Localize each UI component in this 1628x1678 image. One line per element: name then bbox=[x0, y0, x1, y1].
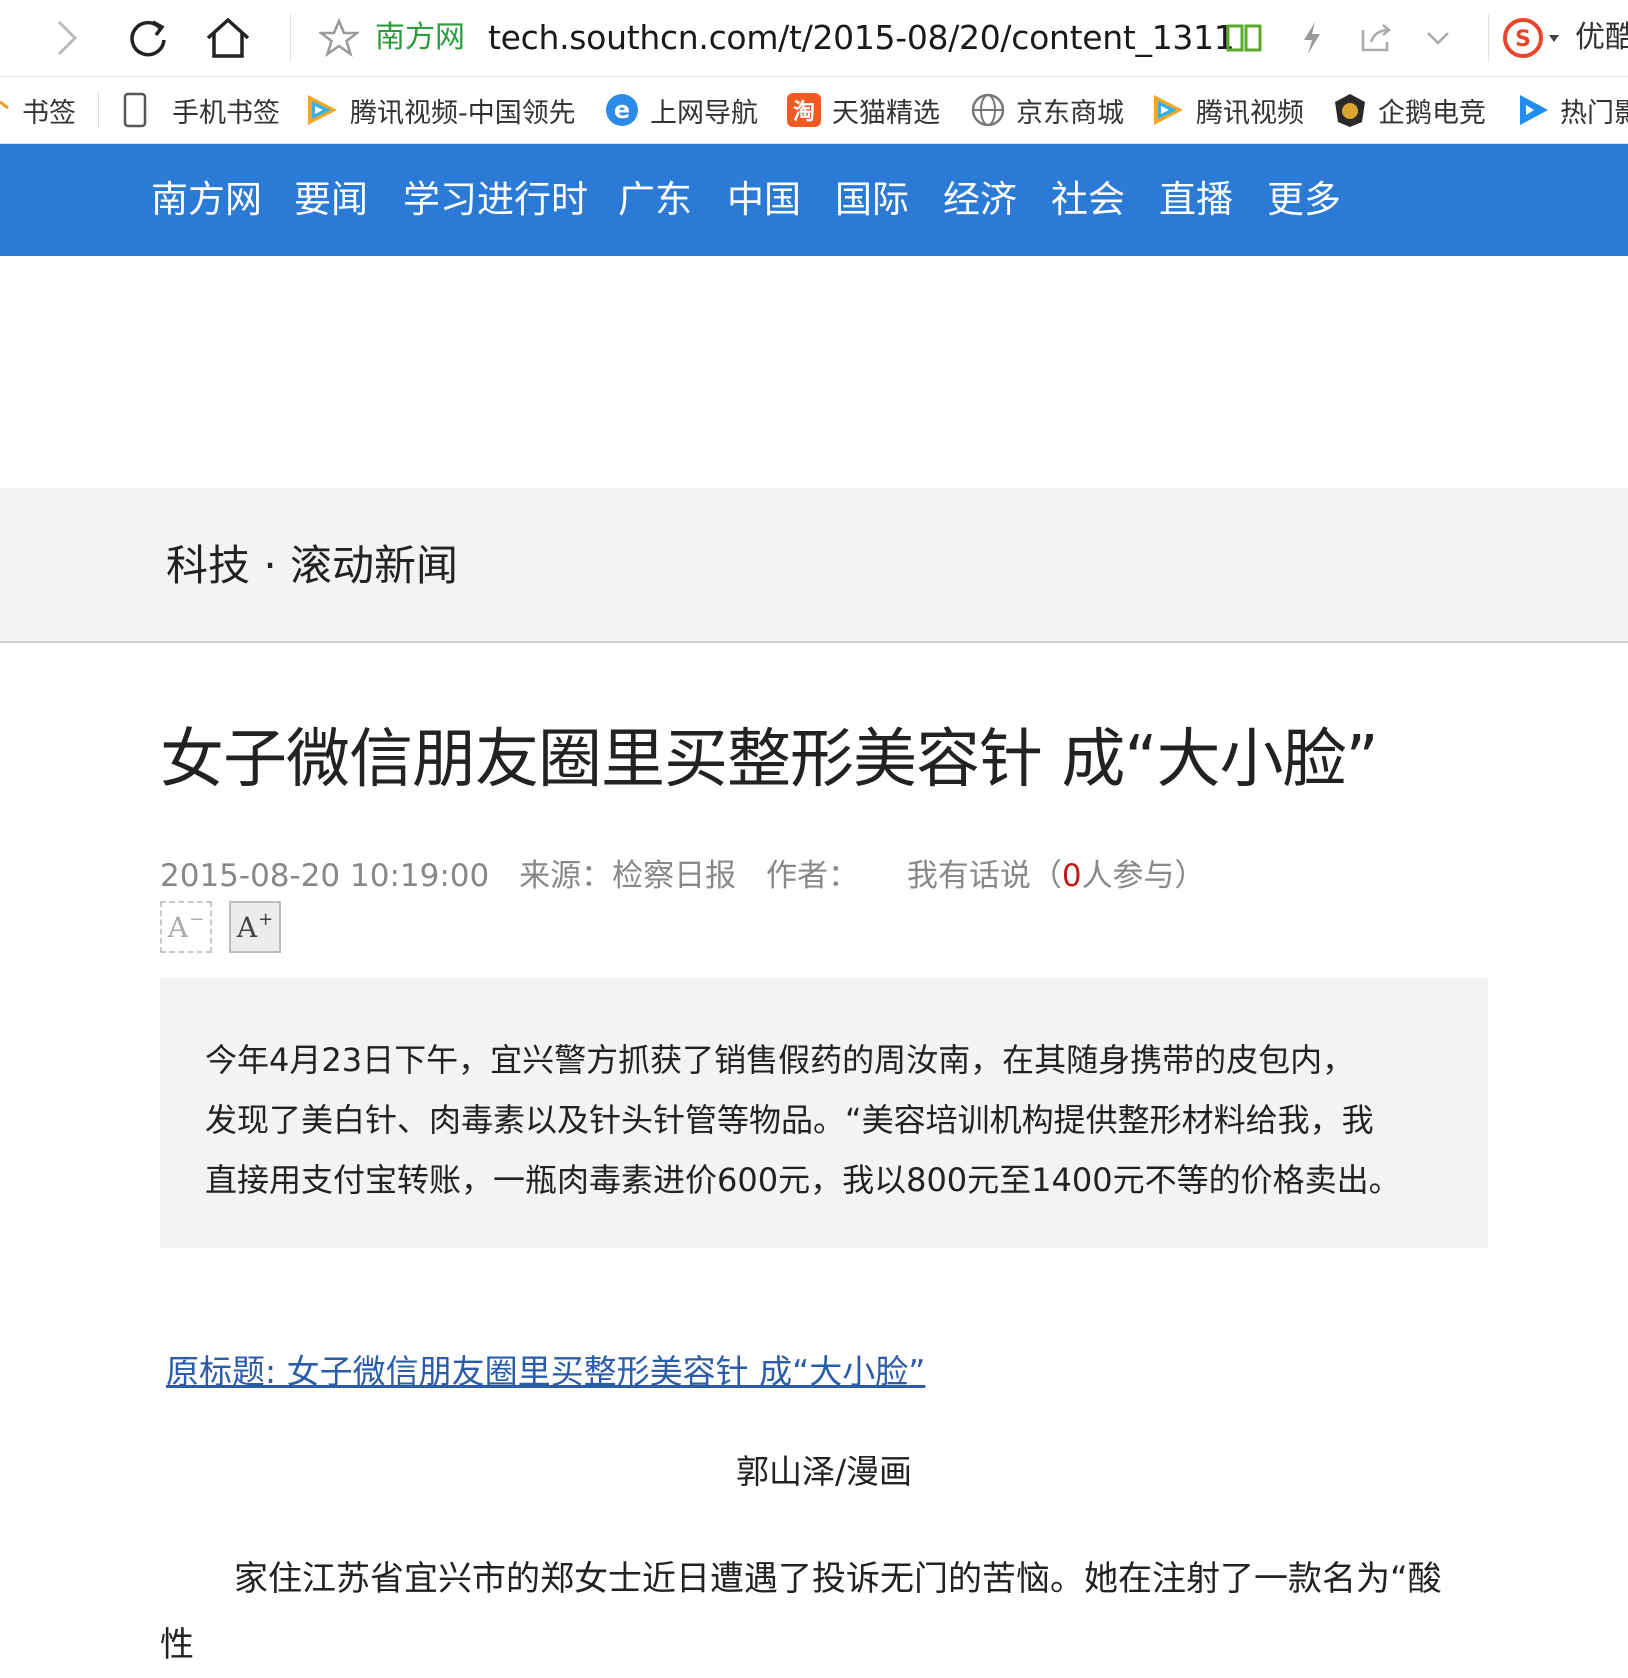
summary-line: 今年4月23日下午，宜兴警方抓获了销售假药的周汝南，在其随身携带的皮包内， bbox=[205, 1041, 1355, 1079]
tencent-video-icon bbox=[304, 92, 340, 128]
user-name-label: 优酷 bbox=[1575, 20, 1628, 55]
taobao-icon: 淘 bbox=[786, 92, 822, 128]
bookmark-label: 天猫精选 bbox=[832, 97, 940, 129]
video-icon bbox=[1516, 92, 1550, 128]
article-title: 女子微信朋友圈里买整形美容针 成“大小脸” bbox=[160, 723, 1379, 797]
article-source[interactable]: 来源：检察日报 bbox=[519, 858, 736, 894]
summary-line: 直接用支付宝转账，一瓶肉毒素进价600元，我以800元至1400元不等的价格卖出… bbox=[205, 1161, 1401, 1199]
comment-link[interactable]: 我有话说（0人参与） bbox=[907, 858, 1206, 894]
bookmark-item[interactable]: e 上网导航 bbox=[604, 77, 758, 143]
sogou-button[interactable]: S bbox=[1500, 0, 1566, 76]
site-name-label: 南方网 bbox=[375, 20, 465, 55]
book-icon bbox=[1226, 24, 1262, 52]
nav-item-home[interactable]: 南方网 bbox=[151, 144, 262, 256]
share-icon bbox=[1361, 24, 1391, 52]
lightning-icon bbox=[1304, 22, 1320, 54]
svg-text:S: S bbox=[1515, 27, 1531, 52]
tencent-video-icon bbox=[1150, 92, 1186, 128]
nav-item-live[interactable]: 直播 bbox=[1159, 144, 1233, 256]
font-decrease-label: A bbox=[167, 910, 189, 944]
favorite-button[interactable] bbox=[316, 0, 362, 76]
bookmarks-bar: 书签 手机书签 腾讯视频-中国领先 e 上网导航 淘 天猫精选 京东商城 腾讯视… bbox=[0, 77, 1628, 144]
bookmark-separator bbox=[98, 91, 99, 129]
nav-item-china[interactable]: 中国 bbox=[727, 144, 801, 256]
minus-icon: − bbox=[189, 908, 205, 930]
nav-item-society[interactable]: 社会 bbox=[1051, 144, 1125, 256]
article-summary: 今年4月23日下午，宜兴警方抓获了销售假药的周汝南，在其随身携带的皮包内， 发现… bbox=[160, 978, 1488, 1248]
font-increase-button[interactable]: A + bbox=[229, 901, 281, 953]
bookmark-item[interactable]: 腾讯视频 bbox=[1150, 77, 1304, 143]
comment-prefix: 我有话说（ bbox=[906, 858, 1062, 894]
phone-icon bbox=[122, 92, 148, 128]
star-icon bbox=[319, 18, 359, 58]
browser-toolbar: 南方网 tech.southcn.com/t/2015-08/20/conten… bbox=[0, 0, 1628, 77]
chevron-right-icon bbox=[57, 20, 78, 56]
article-body-paragraph: 家住江苏省宜兴市的郑女士近日遭遇了投诉无门的苦恼。她在注射了一款名为“酸性 bbox=[160, 1559, 1442, 1665]
plus-icon: + bbox=[258, 908, 274, 930]
section-bar: 科技 · 滚动新闻 bbox=[0, 488, 1628, 643]
dropdown-button[interactable] bbox=[1418, 0, 1458, 76]
bookmark-item[interactable]: 淘 天猫精选 bbox=[786, 77, 940, 143]
nav-item-guangdong[interactable]: 广东 bbox=[618, 144, 692, 256]
sogou-icon: S bbox=[1503, 18, 1559, 58]
forward-button[interactable] bbox=[40, 0, 92, 76]
nav-item-headlines[interactable]: 要闻 bbox=[294, 144, 368, 256]
image-caption: 郭山泽/漫画 bbox=[735, 1452, 913, 1491]
bookmark-icon bbox=[0, 100, 12, 120]
comment-count: 0 bbox=[1061, 858, 1082, 894]
bookmark-item[interactable]: 腾讯视频-中国领先 bbox=[304, 77, 574, 143]
bookmark-label: 腾讯视频-中国领先 bbox=[350, 97, 574, 129]
ie-icon: e bbox=[604, 92, 640, 128]
bookmark-item[interactable]: 京东商城 bbox=[970, 77, 1124, 143]
bookmark-label: 手机书签 bbox=[172, 97, 280, 129]
address-bar[interactable]: tech.southcn.com/t/2015-08/20/content_13… bbox=[488, 16, 1235, 60]
summary-line: 发现了美白针、肉毒素以及针头针管等物品。“美容培训机构提供整形材料给我，我 bbox=[205, 1101, 1374, 1139]
comment-suffix: 人参与） bbox=[1081, 858, 1206, 894]
svg-text:e: e bbox=[614, 96, 630, 124]
home-icon bbox=[206, 17, 250, 58]
nav-item-economy[interactable]: 经济 bbox=[943, 144, 1017, 256]
reload-button[interactable] bbox=[120, 0, 176, 76]
toolbar-separator bbox=[1488, 14, 1489, 62]
site-navigation: 南方网 要闻 学习进行时 广东 中国 国际 经济 社会 直播 更多 bbox=[0, 144, 1628, 256]
bookmark-item[interactable]: 书签 bbox=[0, 77, 76, 143]
section-title: 科技 · 滚动新闻 bbox=[166, 541, 459, 590]
bookmark-label: 京东商城 bbox=[1016, 97, 1124, 129]
svg-text:淘: 淘 bbox=[793, 99, 815, 125]
nav-item-international[interactable]: 国际 bbox=[835, 144, 909, 256]
bookmark-item[interactable]: 热门影 bbox=[1516, 77, 1628, 143]
bookmark-label: 书签 bbox=[22, 97, 76, 129]
globe-icon bbox=[970, 92, 1006, 128]
bookmark-label: 腾讯视频 bbox=[1196, 97, 1304, 129]
publish-date: 2015-08-20 10:19:00 bbox=[160, 858, 490, 894]
bookmark-label: 上网导航 bbox=[650, 97, 758, 129]
original-title-link[interactable]: 原标题: 女子微信朋友圈里买整形美容针 成“大小脸” bbox=[166, 1350, 925, 1394]
toolbar-separator bbox=[290, 14, 291, 62]
font-increase-label: A bbox=[236, 910, 258, 944]
esports-icon bbox=[1332, 92, 1368, 128]
article-author: 作者： bbox=[765, 858, 859, 894]
article-meta: 2015-08-20 10:19:00 来源：检察日报 作者： 我有话说（0人参… bbox=[160, 854, 1226, 898]
nav-item-study[interactable]: 学习进行时 bbox=[403, 144, 588, 256]
bookmark-label: 热门影 bbox=[1560, 97, 1628, 129]
bookmark-item[interactable]: 企鹅电竞 bbox=[1332, 77, 1486, 143]
chevron-down-icon bbox=[1427, 32, 1449, 45]
bookmark-label: 企鹅电竞 bbox=[1378, 97, 1486, 129]
reload-icon bbox=[130, 20, 166, 57]
bookmark-item[interactable]: 手机书签 bbox=[122, 77, 280, 143]
home-button[interactable] bbox=[198, 0, 258, 76]
nav-item-more[interactable]: 更多 bbox=[1267, 144, 1341, 256]
reader-mode-button[interactable] bbox=[1222, 0, 1266, 76]
font-decrease-button[interactable]: A − bbox=[160, 901, 212, 953]
share-button[interactable] bbox=[1354, 0, 1398, 76]
accelerate-button[interactable] bbox=[1292, 0, 1332, 76]
